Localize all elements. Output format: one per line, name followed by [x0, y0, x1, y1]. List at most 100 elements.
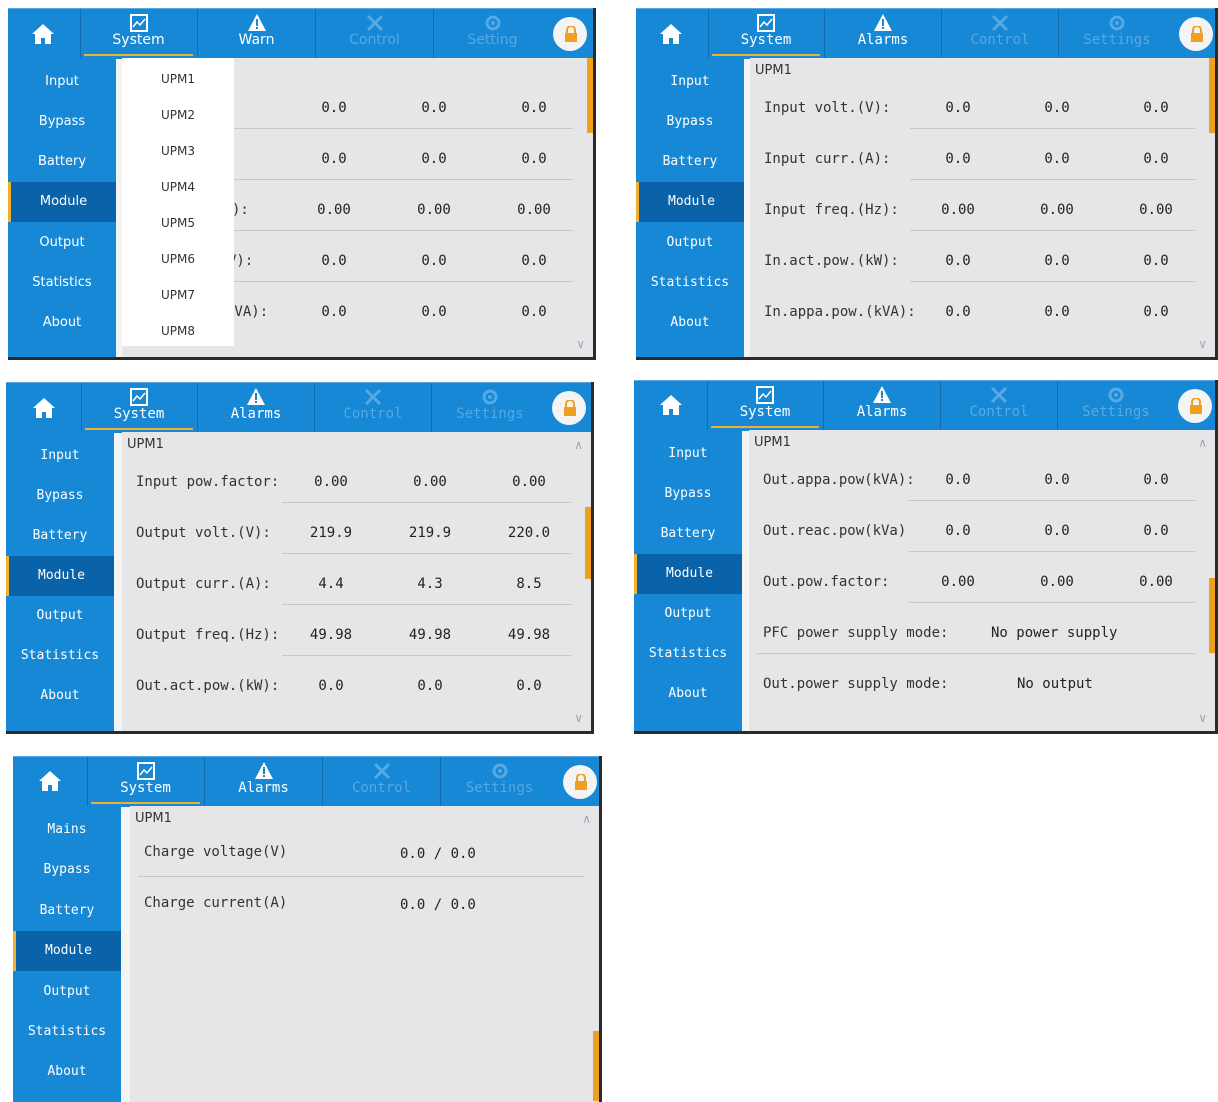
- scrollbar[interactable]: [1209, 578, 1215, 653]
- sidebar-item-output[interactable]: Output: [6, 596, 114, 636]
- chevron-down-icon[interactable]: ∨: [1198, 711, 1207, 725]
- chevron-up-icon[interactable]: ∧: [574, 438, 583, 452]
- sidebar-item-about[interactable]: About: [13, 1052, 121, 1092]
- lock-button[interactable]: [1179, 17, 1213, 51]
- sidebar-item-bypass[interactable]: Bypass: [13, 850, 121, 890]
- chevron-up-icon[interactable]: ∧: [582, 812, 591, 826]
- gear-icon: [492, 763, 507, 779]
- sidebar: Input Bypass Battery Module Output Stati…: [636, 58, 744, 357]
- sidebar-item-bypass[interactable]: Bypass: [6, 476, 114, 516]
- dropdown-option-upm7[interactable]: UPM7: [122, 288, 234, 302]
- dropdown-option-upm2[interactable]: UPM2: [122, 108, 234, 122]
- upm-label[interactable]: UPM1: [135, 811, 172, 826]
- tab-control[interactable]: Control: [315, 383, 431, 433]
- home-button[interactable]: [8, 9, 78, 59]
- home-button[interactable]: [636, 9, 706, 59]
- upm-label[interactable]: UPM1: [754, 435, 791, 450]
- lock-button[interactable]: [553, 17, 587, 51]
- sidebar-item-bypass[interactable]: Bypass: [636, 102, 744, 142]
- tab-control[interactable]: Control: [942, 9, 1058, 59]
- sidebar-item-output[interactable]: Output: [8, 223, 116, 263]
- dropdown-option-upm6[interactable]: UPM6: [122, 252, 234, 266]
- tab-control[interactable]: Control: [941, 381, 1057, 431]
- value-3: 0.0: [1143, 100, 1169, 116]
- tab-control[interactable]: Control: [316, 9, 433, 59]
- sidebar-item-about[interactable]: About: [636, 303, 744, 343]
- tab-alarms[interactable]: Alarms: [198, 383, 314, 433]
- tab-settings[interactable]: Settings: [1059, 9, 1175, 59]
- tab-alarms[interactable]: Alarms: [824, 381, 940, 431]
- sidebar-item-about[interactable]: About: [634, 674, 742, 714]
- sidebar-item-battery[interactable]: Battery: [8, 142, 116, 182]
- sidebar-item-module[interactable]: Module: [634, 554, 742, 594]
- scrollbar[interactable]: [585, 507, 591, 579]
- tab-system[interactable]: System: [707, 381, 823, 431]
- sidebar-item-output[interactable]: Output: [13, 972, 121, 1012]
- tab-settings[interactable]: Settings: [432, 383, 548, 433]
- sidebar-item-module[interactable]: Module: [8, 182, 116, 222]
- tab-alarms-label: Alarms: [856, 404, 908, 420]
- dropdown-option-upm4[interactable]: UPM4: [122, 180, 234, 194]
- tab-alarms[interactable]: Alarms: [825, 9, 941, 59]
- sidebar-item-module[interactable]: Module: [13, 931, 121, 971]
- dropdown-option-upm5[interactable]: UPM5: [122, 216, 234, 230]
- sidebar-item-mains[interactable]: Mains: [13, 810, 121, 850]
- lock-button[interactable]: [1178, 389, 1212, 423]
- sidebar-item-input[interactable]: Input: [634, 434, 742, 474]
- tab-system[interactable]: System: [87, 757, 204, 807]
- data-row: In.appa.pow.(kVA): 0.0 0.0 0.0: [750, 282, 1195, 333]
- tab-alarms[interactable]: Alarms: [205, 757, 322, 807]
- home-button[interactable]: [13, 757, 83, 807]
- sidebar-item-module[interactable]: Module: [6, 556, 114, 596]
- sidebar-item-about[interactable]: About: [8, 303, 116, 343]
- tab-setting[interactable]: Setting: [434, 9, 551, 59]
- tab-system[interactable]: System: [80, 9, 197, 59]
- chevron-down-icon[interactable]: ∨: [574, 711, 583, 725]
- sidebar-item-about[interactable]: About: [6, 676, 114, 716]
- sidebar-item-output[interactable]: Output: [634, 594, 742, 634]
- scrollbar[interactable]: [587, 58, 593, 133]
- chevron-down-icon[interactable]: ∨: [576, 337, 585, 351]
- upm-label[interactable]: UPM1: [755, 63, 792, 78]
- sidebar-item-statistics[interactable]: Statistics: [634, 634, 742, 674]
- tab-settings[interactable]: Settings: [441, 757, 558, 807]
- tab-warn[interactable]: Warn: [198, 9, 315, 59]
- sidebar-item-input[interactable]: Input: [6, 436, 114, 476]
- sidebar-item-battery[interactable]: Battery: [634, 514, 742, 554]
- value-2: 0.0: [1044, 253, 1070, 269]
- home-button[interactable]: [634, 381, 704, 431]
- tab-system[interactable]: System: [708, 9, 824, 59]
- tab-system[interactable]: System: [81, 383, 197, 433]
- dropdown-option-upm3[interactable]: UPM3: [122, 144, 234, 158]
- lock-button[interactable]: [563, 765, 597, 799]
- scrollbar[interactable]: [593, 1031, 599, 1101]
- sidebar-item-input[interactable]: Input: [8, 62, 116, 102]
- sidebar-item-bypass[interactable]: Bypass: [634, 474, 742, 514]
- sidebar-item-statistics[interactable]: Statistics: [13, 1012, 121, 1052]
- sidebar-item-battery[interactable]: Battery: [13, 891, 121, 931]
- sidebar-item-input[interactable]: Input: [636, 62, 744, 102]
- sidebar-item-battery[interactable]: Battery: [636, 142, 744, 182]
- home-button[interactable]: [6, 383, 76, 433]
- top-nav: System Alarms Control Settings: [636, 8, 1215, 59]
- data-row: Out.appa.pow(kVA): 0.0 0.0 0.0: [749, 450, 1195, 501]
- dropdown-option-upm1[interactable]: UPM1: [122, 72, 234, 86]
- row-label: Out.act.pow.(kW):: [136, 678, 280, 694]
- sidebar-item-statistics[interactable]: Statistics: [8, 263, 116, 303]
- upm-label[interactable]: UPM1: [127, 437, 164, 452]
- sidebar-item-output[interactable]: Output: [636, 223, 744, 263]
- row-label: Output freq.(Hz):: [136, 627, 280, 643]
- chevron-up-icon[interactable]: ∧: [1198, 436, 1207, 450]
- sidebar-item-bypass[interactable]: Bypass: [8, 102, 116, 142]
- sidebar-item-statistics[interactable]: Statistics: [6, 636, 114, 676]
- sidebar-item-statistics[interactable]: Statistics: [636, 263, 744, 303]
- tab-settings[interactable]: Settings: [1058, 381, 1174, 431]
- chevron-down-icon[interactable]: ∨: [1198, 337, 1207, 351]
- sidebar-item-module[interactable]: Module: [636, 182, 744, 222]
- sidebar-item-battery[interactable]: Battery: [6, 516, 114, 556]
- dropdown-option-upm8[interactable]: UPM8: [122, 324, 234, 338]
- lock-icon: [565, 26, 577, 42]
- lock-button[interactable]: [552, 391, 586, 425]
- tab-control[interactable]: Control: [323, 757, 440, 807]
- scrollbar[interactable]: [1209, 58, 1215, 133]
